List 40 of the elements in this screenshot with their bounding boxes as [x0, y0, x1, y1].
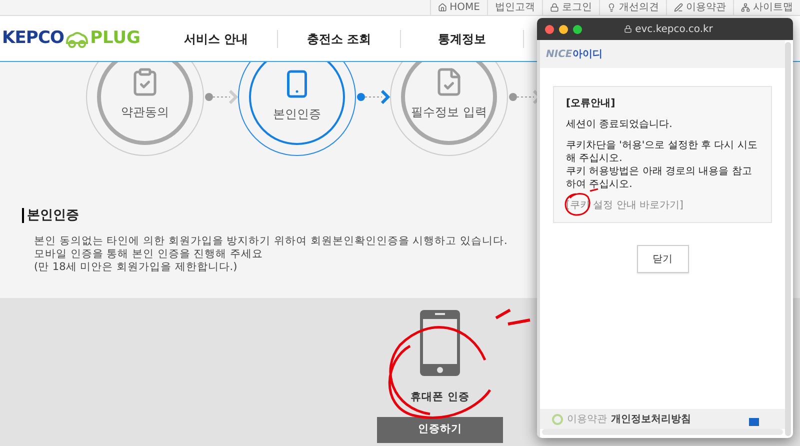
description-text: 모바일 인증을 통해 본인 인증을 진행해 주세요 — [34, 248, 264, 261]
step-label: 본인인증 — [273, 106, 321, 123]
utility-link[interactable]: HOME — [430, 0, 487, 15]
lock-icon — [550, 3, 559, 12]
logo-text: KEPCO — [2, 26, 64, 50]
utility-link[interactable]: 개선의견 — [599, 0, 666, 15]
lock-icon — [624, 25, 632, 33]
sitemap-icon — [741, 3, 750, 12]
minimize-icon[interactable] — [559, 24, 568, 34]
nav-link[interactable]: 통계정보 — [401, 30, 524, 48]
lightbulb-icon — [607, 3, 616, 12]
footer-link[interactable]: 개인정보처리방침 — [611, 414, 691, 425]
step-connector-icon — [356, 90, 390, 104]
error-text: 세션이 종료되었습니다. — [566, 118, 674, 131]
cookie-link[interactable]: [쿠키 설정 안내 바로가기] — [566, 200, 684, 211]
utility-link[interactable]: 이용약관 — [666, 0, 733, 15]
utility-link[interactable]: 법인고객 — [487, 0, 542, 15]
url-text: evc.kepco.co.kr — [635, 22, 713, 36]
logo-text: PLUG — [90, 26, 141, 50]
description-text: 본인 동의없는 타인에 의한 회원가입을 방지하기 위하여 회원본인확인인증을 시행하고 있습니다. — [34, 235, 508, 248]
home-icon — [438, 3, 447, 12]
utility-link[interactable]: 사이트맵 — [733, 0, 800, 15]
maximize-icon[interactable] — [573, 24, 582, 34]
nav-link[interactable]: 충전소 조회 — [278, 30, 401, 48]
utility-link[interactable]: 로그인 — [542, 0, 599, 15]
verify-label: 휴대폰 인증 — [410, 390, 470, 405]
logo[interactable]: KEPCO PLUG — [0, 26, 155, 52]
phone-icon — [420, 310, 460, 376]
pen-icon — [674, 3, 683, 12]
verify-button[interactable]: 인증하기 — [377, 416, 503, 443]
step-label: 필수정보 입력 — [411, 104, 487, 121]
badge-icon — [552, 414, 563, 425]
close-icon[interactable] — [545, 24, 554, 34]
nav-link[interactable]: 서비스 안내 — [155, 30, 278, 48]
step-label: 약관동의 — [121, 104, 169, 121]
description-text: (만 18세 미안은 회원가입을 제한합니다.) — [34, 261, 238, 274]
close-button[interactable]: 닫기 — [636, 245, 688, 273]
brand-logo: NICE아이디 — [546, 48, 602, 62]
error-text: 쿠키차단을 '허용'으로 설정한 후 다시 시도해 주십시오. 쿠키 허용방법은 아래 경로의 내용을 참고하여 주십시오. — [566, 139, 758, 191]
error-heading: [오류안내] — [566, 97, 616, 110]
